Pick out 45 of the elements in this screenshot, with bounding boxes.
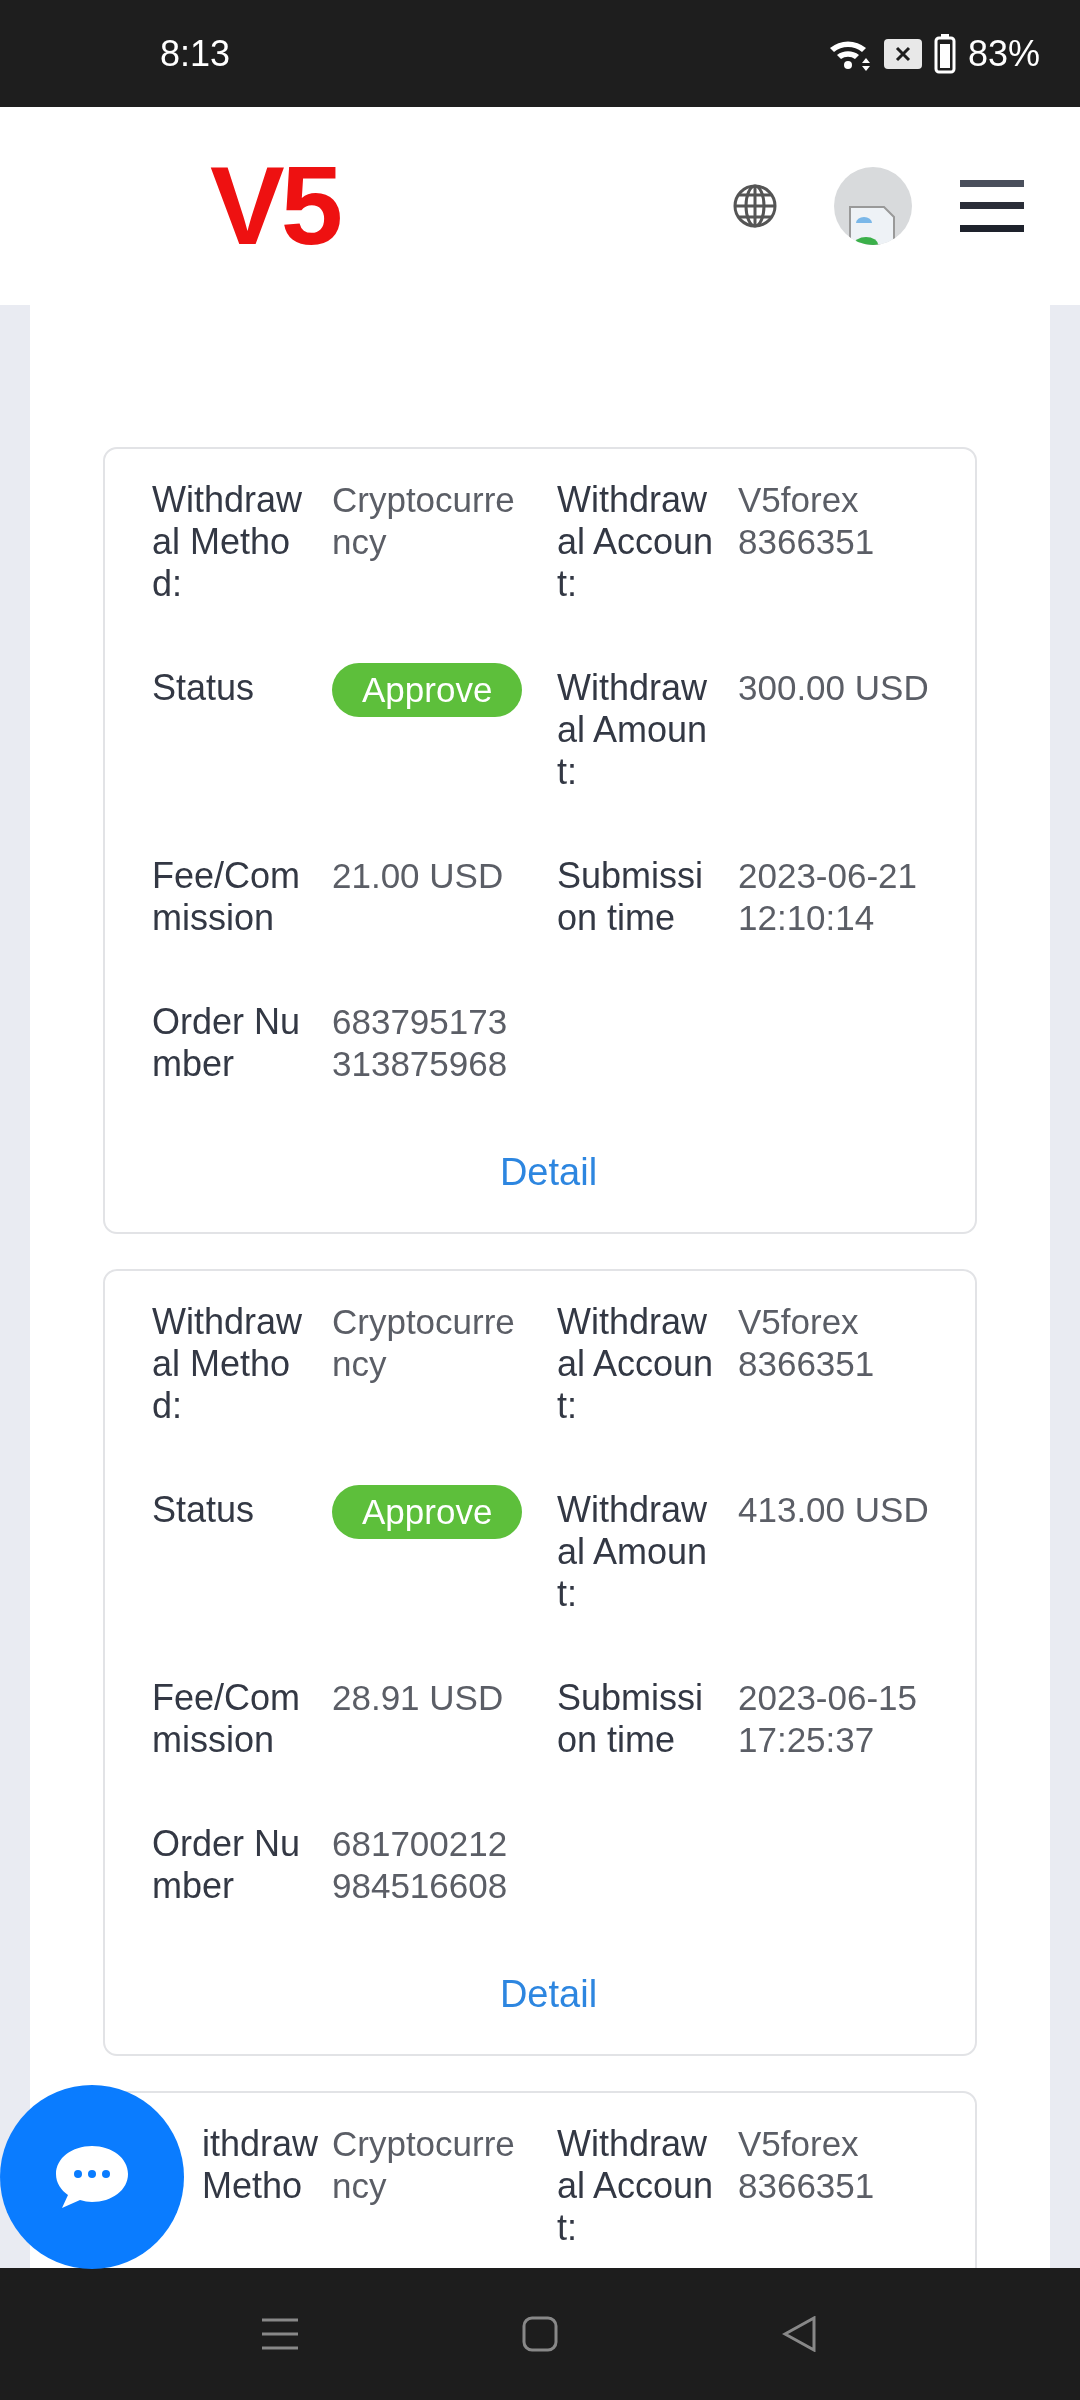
field-label: Withdrawal Account: (557, 1301, 715, 1427)
field-label: Order Number (152, 1823, 302, 1907)
field-value: 683795173313875968 (332, 1001, 509, 1085)
field-label: Submission time (557, 1677, 705, 1761)
field-label: Status (152, 667, 255, 710)
globe-icon[interactable] (732, 183, 778, 229)
clock-time: 8:13 (160, 32, 232, 75)
sim-off-icon (883, 38, 922, 69)
field-value: 21.00 USD (332, 855, 504, 897)
field-value: 413.00 USD (738, 1489, 929, 1531)
field-label: ithdraw Metho (201, 2123, 319, 2208)
field-value: Cryptocurrency (332, 1301, 516, 1385)
chat-bubble-icon[interactable] (54, 2144, 130, 2210)
field-label: Withdrawal Account: (557, 479, 715, 605)
recent-apps-icon[interactable] (262, 2316, 298, 2352)
battery-percent: 83% (967, 32, 1040, 75)
field-value: Cryptocurrency (332, 2123, 516, 2207)
field-label: Withdrawal Amount: (557, 667, 709, 793)
field-value: V5forex 8366351 (738, 2123, 876, 2207)
field-value: 28.91 USD (332, 1677, 504, 1719)
field-label: Withdrawal Amount: (557, 1489, 709, 1615)
status-badge: Approve (332, 663, 523, 717)
field-value: V5forex 8366351 (738, 479, 876, 563)
status-badge: Approve (332, 1485, 523, 1539)
field-value: V5forex 8366351 (738, 1301, 876, 1385)
field-value: 2023-06-15 17:25:37 (738, 1677, 919, 1761)
back-icon[interactable] (782, 2316, 818, 2352)
brand-logo[interactable]: V5 (200, 138, 349, 274)
field-value: Cryptocurrency (332, 479, 516, 563)
field-label: Fee/Commission (152, 855, 302, 939)
menu-icon[interactable] (960, 178, 1024, 234)
detail-link[interactable]: Detail (499, 1973, 598, 2016)
home-icon[interactable] (522, 2316, 558, 2352)
field-label: Withdrawal Method: (152, 479, 304, 605)
field-label: Status (152, 1489, 255, 1532)
field-label: Fee/Commission (152, 1677, 302, 1761)
field-value: 300.00 USD (738, 667, 929, 709)
field-label: Order Number (152, 1001, 302, 1085)
field-value: 681700212984516608 (332, 1823, 509, 1907)
battery-icon (933, 33, 956, 74)
field-value: 2023-06-21 12:10:14 (738, 855, 919, 939)
field-label: Withdrawal Account: (557, 2123, 715, 2249)
detail-link[interactable]: Detail (499, 1151, 598, 1194)
field-label: Submission time (557, 855, 705, 939)
field-label: Withdrawal Method: (152, 1301, 304, 1427)
